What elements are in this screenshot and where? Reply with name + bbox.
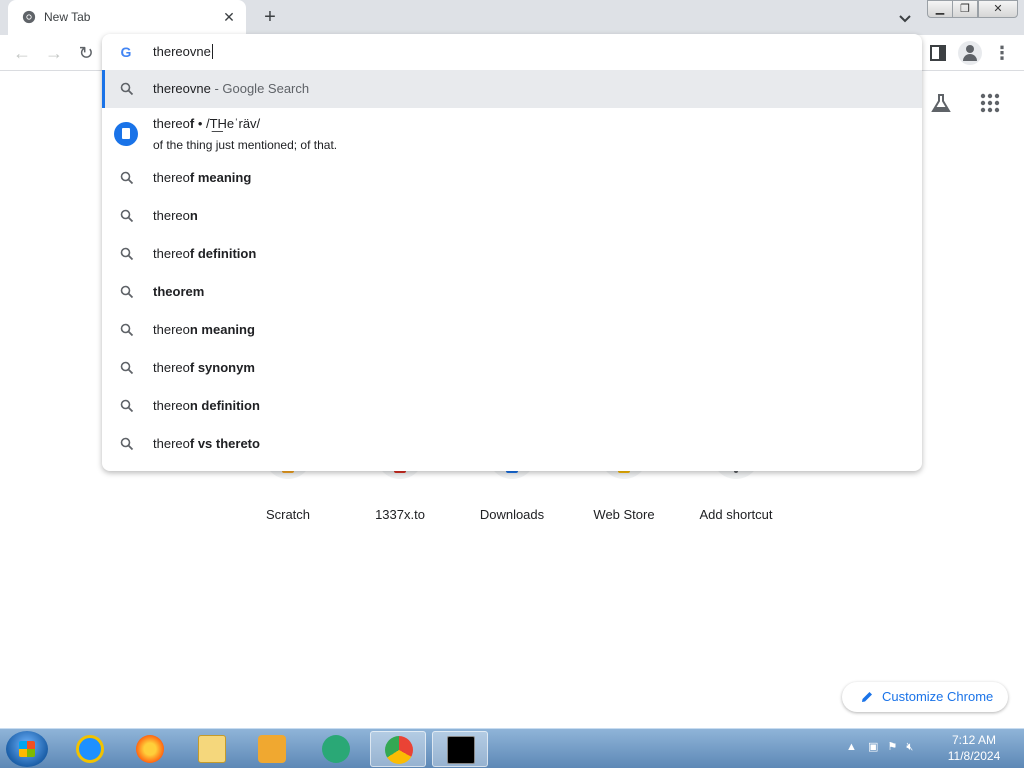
new-tab-button[interactable]: + xyxy=(258,6,282,30)
suggestion-bold: n xyxy=(189,208,198,223)
search-icon xyxy=(120,82,134,96)
suggestion-bold: n meaning xyxy=(189,322,255,337)
shortcut-label: 1337x.to xyxy=(375,507,425,522)
shortcut-label: Downloads xyxy=(479,507,545,522)
shortcut-label: Scratch xyxy=(265,507,311,522)
dictionary-icon xyxy=(114,122,138,146)
tab-close-icon[interactable]: ✕ xyxy=(220,8,238,26)
internet-explorer-icon[interactable] xyxy=(62,731,118,767)
google-icon: G xyxy=(120,44,132,60)
omnibox-dropdown: G thereovne thereovne - Google Search th… xyxy=(102,34,922,471)
action-center-flag-icon[interactable]: ⚑ xyxy=(887,741,897,753)
suggestion-bold: f vs thereto xyxy=(189,436,260,451)
suggestion-prefix: thereo xyxy=(153,208,190,223)
suggestion-item[interactable]: thereof meaning xyxy=(102,159,922,197)
suggestion-item[interactable]: thereof synonym xyxy=(102,349,922,387)
clock-date: 11/8/2024 xyxy=(947,749,1001,763)
suggestion-bold: n definition xyxy=(189,398,260,413)
back-button[interactable]: ← xyxy=(10,41,34,65)
tab-strip: New Tab ✕ + ▁ ❐ ✕ xyxy=(0,0,1024,35)
system-tray: ▲ ▣ ⚑ 🔇︎ xyxy=(846,740,913,758)
search-icon xyxy=(120,361,134,375)
google-apps-icon[interactable] xyxy=(980,93,1000,113)
close-window-button[interactable]: ✕ xyxy=(978,0,1018,18)
omnibox-query: thereovne xyxy=(153,44,211,59)
customize-chrome-button[interactable]: Customize Chrome xyxy=(842,682,1008,712)
search-icon xyxy=(120,247,134,261)
network-icon[interactable]: ▣ xyxy=(868,741,878,753)
suggestion-prefix: thereo xyxy=(153,360,190,375)
labs-flask-icon[interactable] xyxy=(930,92,952,114)
clock[interactable]: 7:12 AM 11/8/2024 xyxy=(936,732,1012,764)
suggestion-extra: - Google Search xyxy=(210,81,310,96)
suggestion-item[interactable]: thereon definition xyxy=(102,387,922,425)
dictionary-word-prefix: thereo xyxy=(153,116,190,131)
suggestion-item[interactable]: thereon xyxy=(102,197,922,235)
suggestion-bold: f synonym xyxy=(189,360,255,375)
suggestion-bold: f meaning xyxy=(189,170,252,185)
suggestion-prefix: thereo xyxy=(153,246,190,261)
suggestion-item[interactable]: thereon meaning xyxy=(102,311,922,349)
minimize-button[interactable]: ▁ xyxy=(927,0,953,18)
customize-label: Customize Chrome xyxy=(882,689,994,704)
file-explorer-icon[interactable] xyxy=(184,731,240,767)
suggestion-item[interactable]: theorem xyxy=(102,273,922,311)
dictionary-definition: of the thing just mentioned; of that. xyxy=(153,138,338,152)
pencil-icon xyxy=(862,692,872,702)
search-icon xyxy=(120,285,134,299)
suggestion-google-search[interactable]: thereovne - Google Search xyxy=(102,70,922,108)
suggestion-prefix: thereo xyxy=(153,398,190,413)
side-panel-icon[interactable] xyxy=(926,41,950,65)
show-hidden-icons-icon[interactable]: ▲ xyxy=(846,741,857,753)
media-player-icon[interactable] xyxy=(244,731,300,767)
chrome-taskbar-icon[interactable] xyxy=(370,731,426,767)
volume-muted-icon[interactable]: 🔇︎ xyxy=(906,741,913,753)
suggestion-item[interactable]: thereof definition xyxy=(102,235,922,273)
chrome-icon xyxy=(22,10,36,24)
search-icon xyxy=(120,437,134,451)
command-prompt-icon[interactable] xyxy=(432,731,488,767)
shortcut-label: Add shortcut xyxy=(699,507,773,522)
dictionary-pronunciation: • /T͟Heˈräv/ xyxy=(194,116,261,131)
app-icon[interactable] xyxy=(308,731,364,767)
search-icon xyxy=(120,399,134,413)
suggestion-text: thereovne xyxy=(153,81,211,96)
reload-button[interactable]: ↻ xyxy=(74,41,98,65)
suggestion-prefix: thereo xyxy=(153,322,190,337)
search-icon xyxy=(120,323,134,337)
omnibox-input[interactable]: G thereovne xyxy=(102,34,922,70)
firefox-icon[interactable] xyxy=(122,731,178,767)
text-caret xyxy=(211,44,213,59)
suggestion-item[interactable]: thereof vs thereto xyxy=(102,425,922,463)
start-button[interactable] xyxy=(6,731,48,767)
tab-new-tab[interactable]: New Tab ✕ xyxy=(8,0,246,35)
search-icon xyxy=(120,209,134,223)
suggestion-bold: theorem xyxy=(153,284,205,299)
tab-title: New Tab xyxy=(44,10,91,24)
forward-button[interactable]: → xyxy=(42,41,66,65)
clock-time: 7:12 AM xyxy=(951,733,997,747)
shortcut-label: Web Store xyxy=(593,507,655,522)
search-icon xyxy=(120,171,134,185)
profile-avatar[interactable] xyxy=(958,41,982,65)
menu-icon[interactable]: ⋮ xyxy=(990,41,1014,65)
tab-search-chevron-icon[interactable] xyxy=(895,8,915,28)
suggestion-prefix: thereo xyxy=(153,170,190,185)
suggestion-dictionary[interactable]: thereof • /T͟Heˈräv/ of the thing just m… xyxy=(102,108,922,160)
maximize-button[interactable]: ❐ xyxy=(952,0,978,18)
suggestion-prefix: thereo xyxy=(153,436,190,451)
suggestion-bold: f definition xyxy=(189,246,257,261)
